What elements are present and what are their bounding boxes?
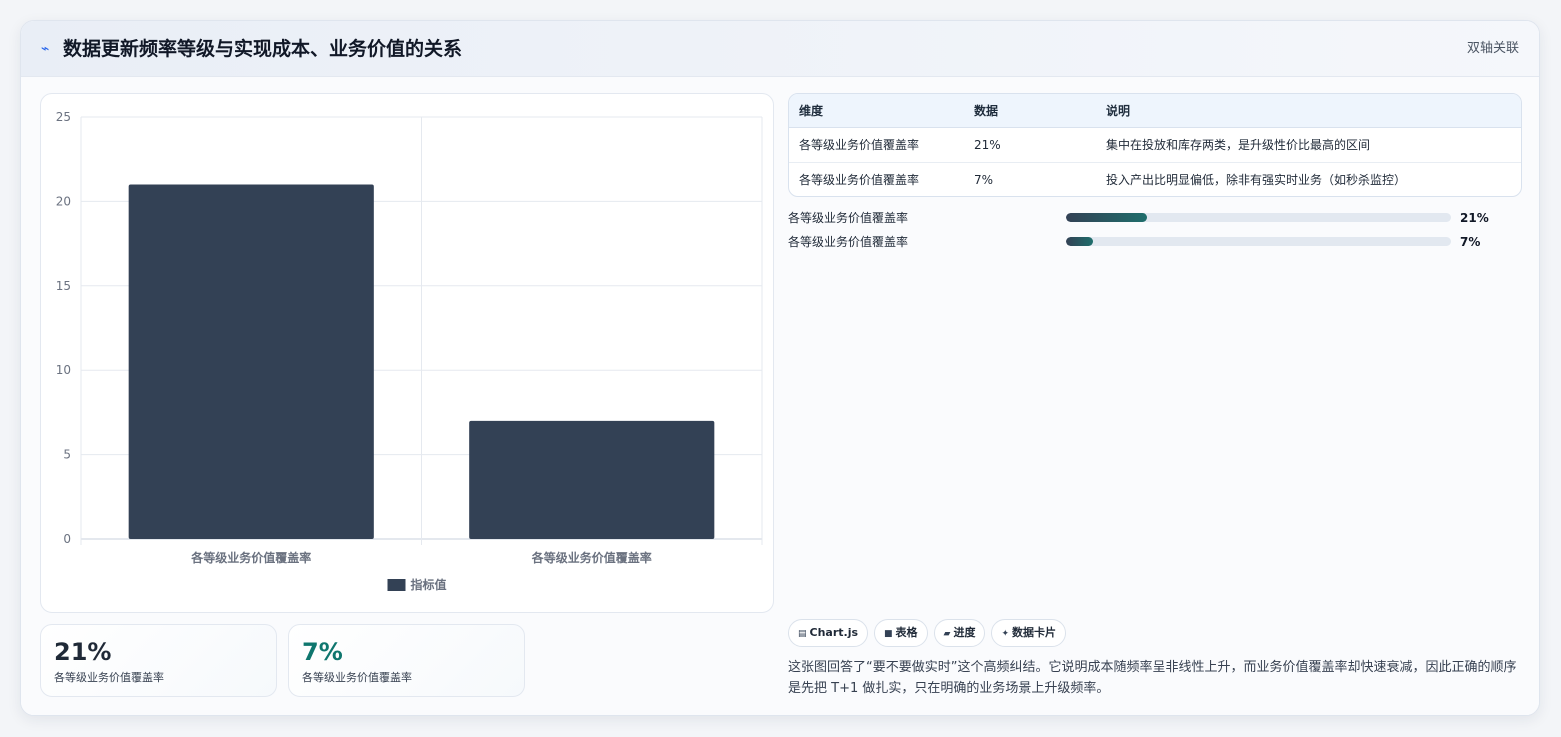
y-tick-label: 15: [56, 279, 71, 293]
stat-card-2: 7% 各等级业务价值覆盖率: [288, 624, 525, 697]
stat-value: 7%: [302, 638, 343, 666]
legend-swatch: [387, 579, 406, 591]
table-header-dimension: 维度: [789, 94, 964, 128]
card-body: 0 5 10 15 20 25 各等级业务价值覆盖率 各等级业务价值覆盖率 指标值 21% 各等…: [21, 77, 1539, 715]
progress-fill: [1066, 213, 1147, 222]
progress-fill: [1066, 237, 1093, 246]
table-icon: ■: [884, 629, 893, 639]
y-tick-label: 10: [56, 363, 71, 377]
progress-label: 各等级业务价值覆盖率: [788, 211, 909, 225]
progress-track: [1066, 213, 1451, 222]
stat-value: 21%: [54, 638, 112, 666]
progress-icon: ▰: [943, 629, 951, 639]
stat-label: 各等级业务价值覆盖率: [54, 671, 164, 684]
chip-row: ▤ Chart.js ■ 表格 ▰ 进度 ✦ 数据卡片: [788, 619, 1072, 647]
chip-label: 表格: [895, 626, 918, 639]
header-tag: 双轴关联: [1466, 41, 1519, 56]
chip-label: 数据卡片: [1012, 626, 1057, 639]
legend-label: 指标值: [411, 577, 447, 592]
bar-chart: 0 5 10 15 20 25 各等级业务价值覆盖率 各等级业务价值覆盖率指标值: [56, 110, 763, 592]
stat-label: 各等级业务价值覆盖率: [302, 671, 412, 684]
progress-row: 各等级业务价值覆盖率 21%: [788, 207, 1522, 231]
x-tick-label: 各等级业务价值覆盖率: [531, 550, 652, 565]
summary-text: 这张图回答了“要不要做实时”这个高频纠结。它说明成本随频率呈非线性上升，而业务价…: [788, 660, 1517, 696]
table-header-description: 说明: [1096, 94, 1521, 128]
chip-label: 进度: [953, 626, 976, 639]
chart-bolt-icon: ⌁: [41, 41, 50, 57]
table-cell: 21%: [964, 127, 1096, 163]
sparkle-icon: ✦: [1001, 629, 1010, 639]
bar: [469, 420, 715, 539]
table-header-row: 维度 数据 说明: [789, 94, 1521, 128]
y-tick-label: 5: [63, 448, 71, 462]
chart-icon: ▤: [798, 629, 807, 639]
table-cell: 集中在投放和库存两类，是升级性价比最高的区间: [1096, 127, 1521, 163]
chip-progress[interactable]: ▰ 进度: [933, 619, 986, 647]
chip-table[interactable]: ■ 表格: [874, 619, 928, 647]
chip-chartjs[interactable]: ▤ Chart.js: [788, 619, 869, 647]
progress-row: 各等级业务价值覆盖率 7%: [788, 231, 1522, 255]
card-header: ⌁ 数据更新频率等级与实现成本、业务价值的关系 双轴关联: [21, 21, 1539, 77]
chart-card: ⌁ 数据更新频率等级与实现成本、业务价值的关系 双轴关联 0 5 10 15 20 25 各…: [20, 20, 1540, 716]
bar: [128, 184, 374, 539]
progress-label: 各等级业务价值覆盖率: [788, 235, 909, 249]
chip-label: Chart.js: [809, 626, 859, 639]
chip-data-cards[interactable]: ✦ 数据卡片: [991, 619, 1067, 647]
table-cell: 7%: [974, 172, 994, 187]
table-cell: 各等级业务价值覆盖率: [789, 127, 964, 163]
stat-card-1: 21% 各等级业务价值覆盖率: [40, 624, 277, 697]
x-tick-label: 各等级业务价值覆盖率: [190, 550, 311, 565]
table-cell: 各等级业务价值覆盖率: [799, 173, 920, 188]
y-tick-label: 25: [56, 110, 71, 124]
y-tick-label: 20: [56, 194, 71, 208]
progress-value: 21%: [1460, 211, 1489, 225]
y-tick-label: 0: [63, 532, 71, 546]
progress-value: 7%: [1460, 235, 1481, 249]
table-header-data: 数据: [964, 94, 1096, 128]
table-row: 各等级业务价值覆盖率 7% 投入产出比明显偏低，除非有强实时业务（如秒杀监控）: [789, 162, 1521, 196]
chart-panel: 0 5 10 15 20 25 各等级业务价值覆盖率 各等级业务价值覆盖率指标值: [40, 93, 774, 613]
table-cell: 投入产出比明显偏低，除非有强实时业务（如秒杀监控）: [1106, 173, 1407, 188]
card-title: 数据更新频率等级与实现成本、业务价值的关系: [63, 38, 463, 60]
progress-track: [1066, 237, 1451, 246]
table-row: 各等级业务价值覆盖率 21% 集中在投放和库存两类，是升级性价比最高的区间: [789, 127, 1521, 163]
progress-list: 各等级业务价值覆盖率 21% 各等级业务价值覆盖率 7%: [788, 207, 1522, 255]
data-table: 维度 数据 说明 各等级业务价值覆盖率 21% 集中在投放和库存两类，是升级性价…: [788, 93, 1522, 197]
